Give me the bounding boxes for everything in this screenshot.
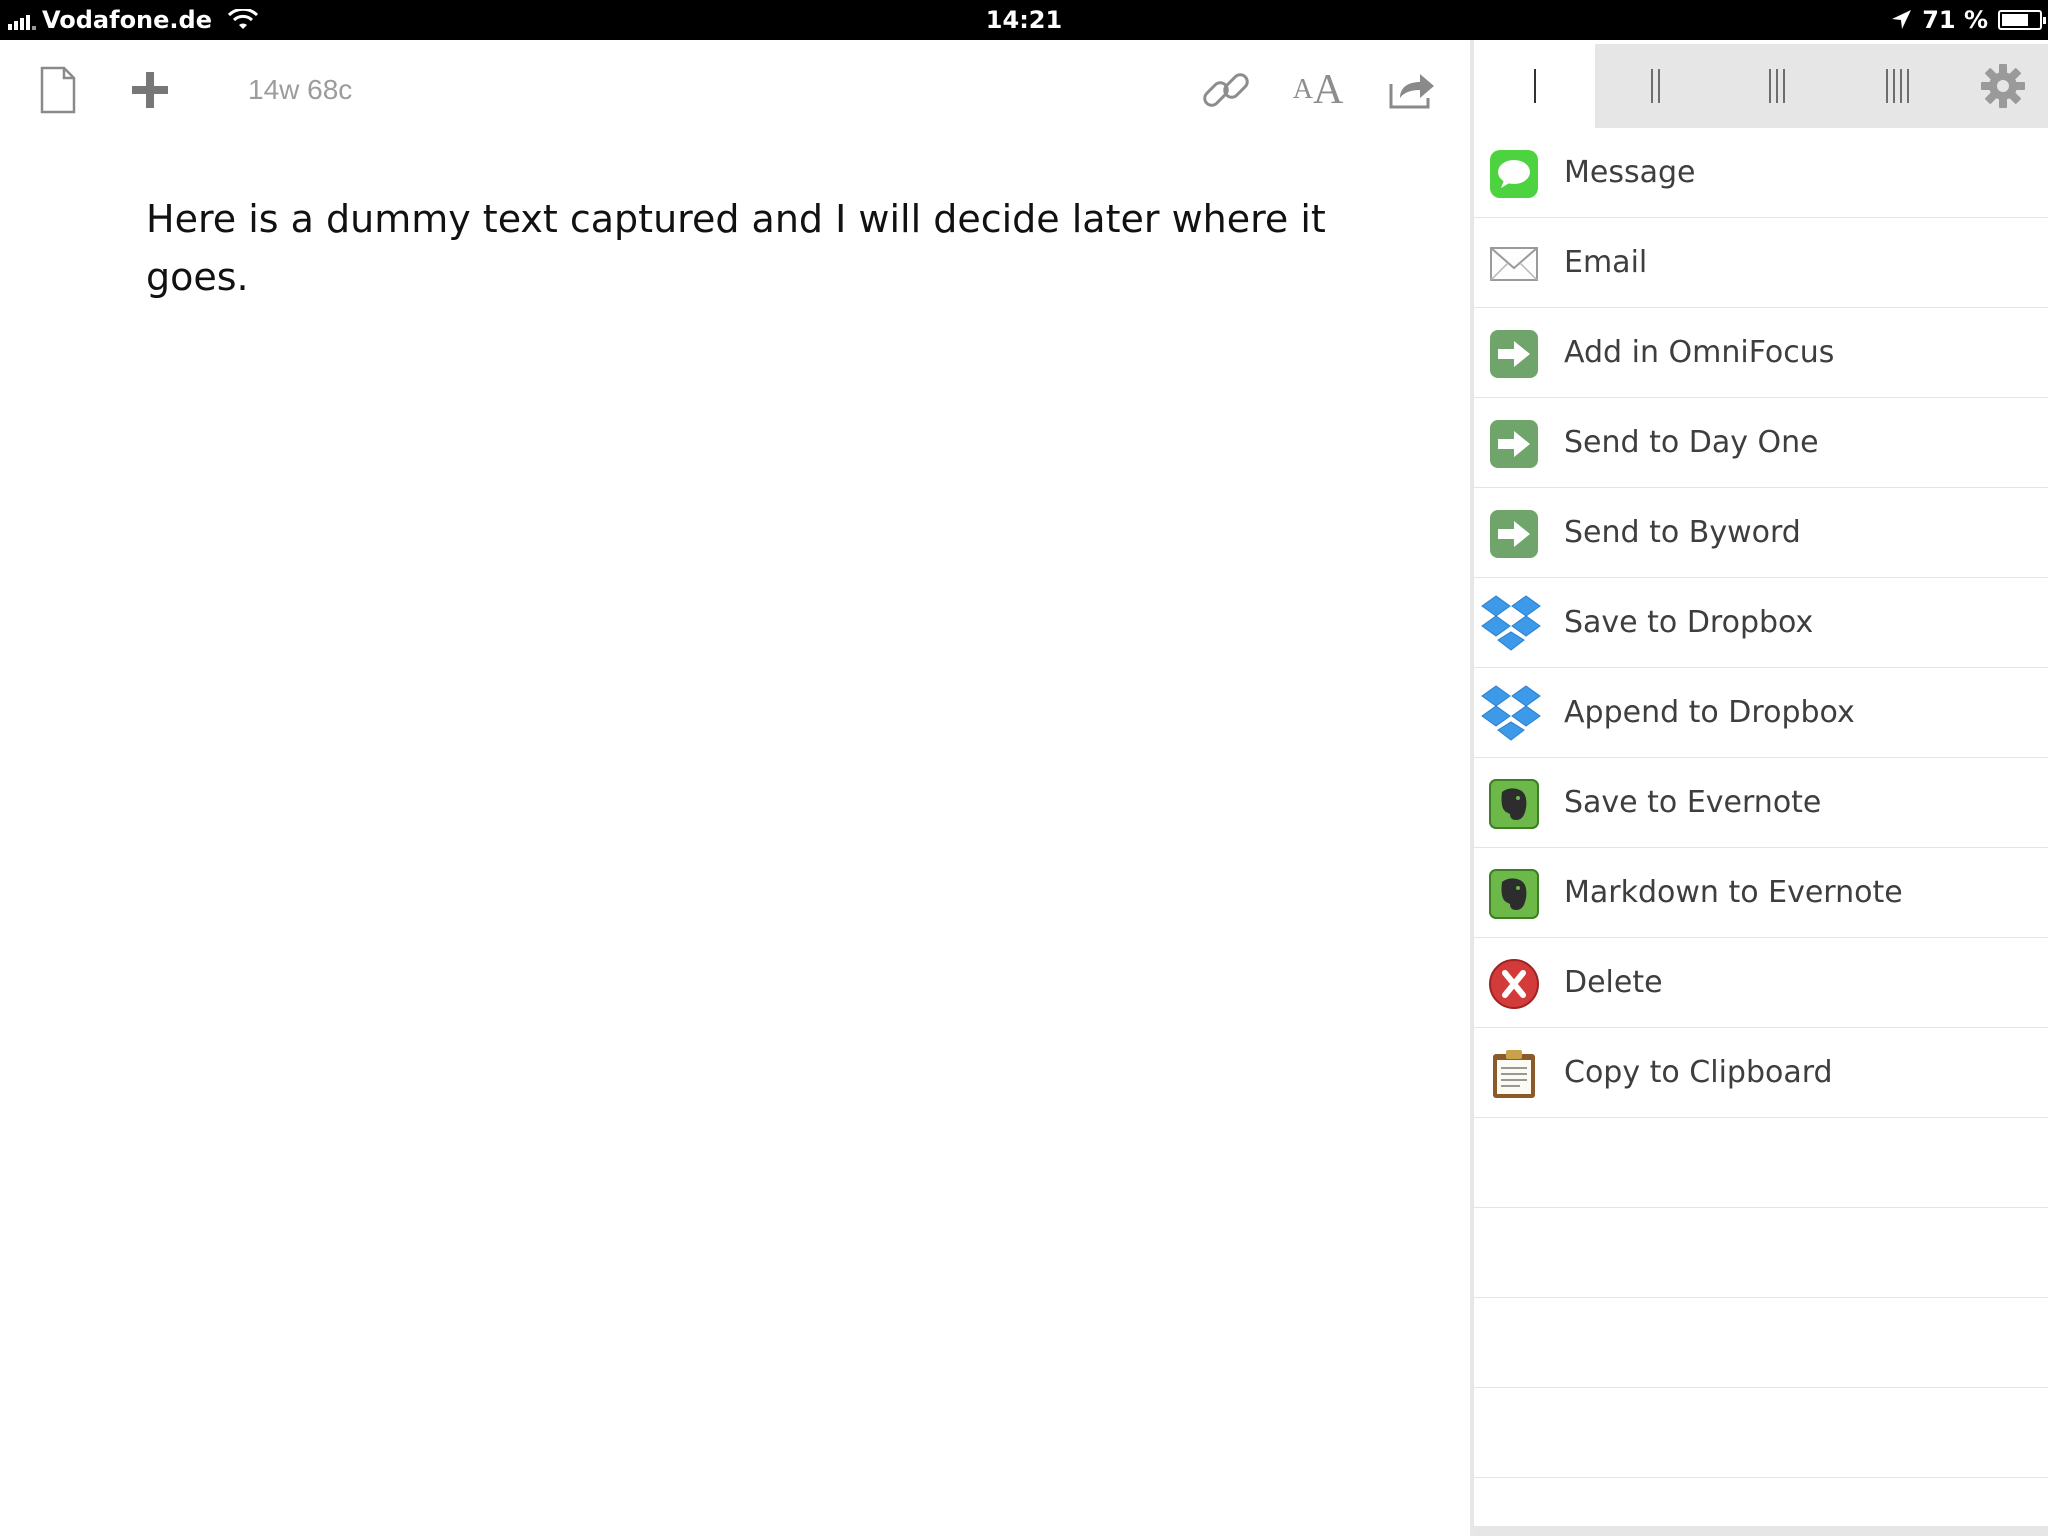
empty-row xyxy=(1474,1208,2048,1298)
action-append-to-dropbox[interactable]: Append to Dropbox xyxy=(1474,668,2048,758)
message-icon xyxy=(1490,150,1538,198)
tab-2[interactable] xyxy=(1595,44,1716,128)
tab-3[interactable] xyxy=(1716,44,1837,128)
action-label: Append to Dropbox xyxy=(1564,695,1855,730)
delete-icon xyxy=(1489,959,1539,1009)
action-label: Save to Evernote xyxy=(1564,785,1822,820)
arrow-right-icon xyxy=(1490,510,1538,558)
editor-pane: 14w 68c AA Here is a dummy text captured… xyxy=(0,40,1470,1536)
action-send-to-byword[interactable]: Send to Byword xyxy=(1474,488,2048,578)
action-label: Send to Byword xyxy=(1564,515,1801,550)
tab-4[interactable] xyxy=(1837,44,1958,128)
action-save-to-evernote[interactable]: Save to Evernote xyxy=(1474,758,2048,848)
settings-button[interactable] xyxy=(1958,44,2048,128)
dropbox-icon xyxy=(1481,595,1541,651)
clipboard-icon xyxy=(1493,1050,1535,1098)
action-label: Message xyxy=(1564,155,1696,190)
document-text[interactable]: Here is a dummy text captured and I will… xyxy=(146,190,1426,306)
editor-toolbar: 14w 68c AA xyxy=(0,40,1470,136)
action-email[interactable]: Email xyxy=(1474,218,2048,308)
action-label: Copy to Clipboard xyxy=(1564,1055,1833,1090)
panel-bottom-edge xyxy=(1474,1526,2048,1536)
status-bar: Vodafone.de 14:21 71 % xyxy=(0,0,2048,40)
empty-row xyxy=(1474,1388,2048,1478)
action-label: Save to Dropbox xyxy=(1564,605,1814,640)
action-label: Add in OmniFocus xyxy=(1564,335,1835,370)
tab-1[interactable] xyxy=(1474,44,1595,128)
action-add-in-omnifocus[interactable]: Add in OmniFocus xyxy=(1474,308,2048,398)
document-icon xyxy=(40,66,76,114)
font-small-glyph: A xyxy=(1292,74,1313,105)
battery-percent: 71 % xyxy=(1922,6,1988,34)
battery-icon xyxy=(1998,10,2046,30)
action-delete[interactable]: Delete xyxy=(1474,938,2048,1028)
arrow-right-icon xyxy=(1490,330,1538,378)
evernote-icon xyxy=(1489,779,1539,829)
action-label: Email xyxy=(1564,245,1648,280)
location-arrow-icon xyxy=(1892,10,1912,29)
four-bars-icon xyxy=(1886,69,1909,103)
action-label: Markdown to Evernote xyxy=(1564,875,1903,910)
actions-list: Message Email Add in OmniFocus Send to D… xyxy=(1474,128,2048,1478)
status-right: 71 % xyxy=(1890,0,2046,40)
evernote-icon xyxy=(1489,869,1539,919)
arrow-right-icon xyxy=(1490,420,1538,468)
one-bar-icon xyxy=(1533,69,1536,103)
empty-row xyxy=(1474,1298,2048,1388)
new-document-button[interactable] xyxy=(28,60,88,120)
share-button[interactable] xyxy=(1382,60,1442,120)
add-button[interactable] xyxy=(120,60,180,120)
three-bars-icon xyxy=(1768,69,1785,103)
action-save-to-dropbox[interactable]: Save to Dropbox xyxy=(1474,578,2048,668)
font-size-button[interactable]: AA xyxy=(1288,60,1348,120)
action-label: Delete xyxy=(1564,965,1663,1000)
link-icon xyxy=(1203,73,1249,107)
action-label: Send to Day One xyxy=(1564,425,1819,460)
action-markdown-to-evernote[interactable]: Markdown to Evernote xyxy=(1474,848,2048,938)
link-button[interactable] xyxy=(1196,60,1256,120)
two-bars-icon xyxy=(1651,69,1660,103)
empty-row xyxy=(1474,1118,2048,1208)
font-big-glyph: A xyxy=(1312,67,1344,113)
word-count: 14w 68c xyxy=(248,74,353,105)
dropbox-icon xyxy=(1481,685,1541,741)
action-send-to-day-one[interactable]: Send to Day One xyxy=(1474,398,2048,488)
envelope-icon xyxy=(1490,247,1538,281)
action-copy-to-clipboard[interactable]: Copy to Clipboard xyxy=(1474,1028,2048,1118)
plus-icon xyxy=(132,72,168,108)
panel-tabs xyxy=(1474,44,2048,128)
actions-panel: Message Email Add in OmniFocus Send to D… xyxy=(1474,40,2048,1536)
gear-icon xyxy=(1981,64,2025,108)
share-icon xyxy=(1389,74,1434,109)
action-message[interactable]: Message xyxy=(1474,128,2048,218)
clock: 14:21 xyxy=(985,6,1063,34)
